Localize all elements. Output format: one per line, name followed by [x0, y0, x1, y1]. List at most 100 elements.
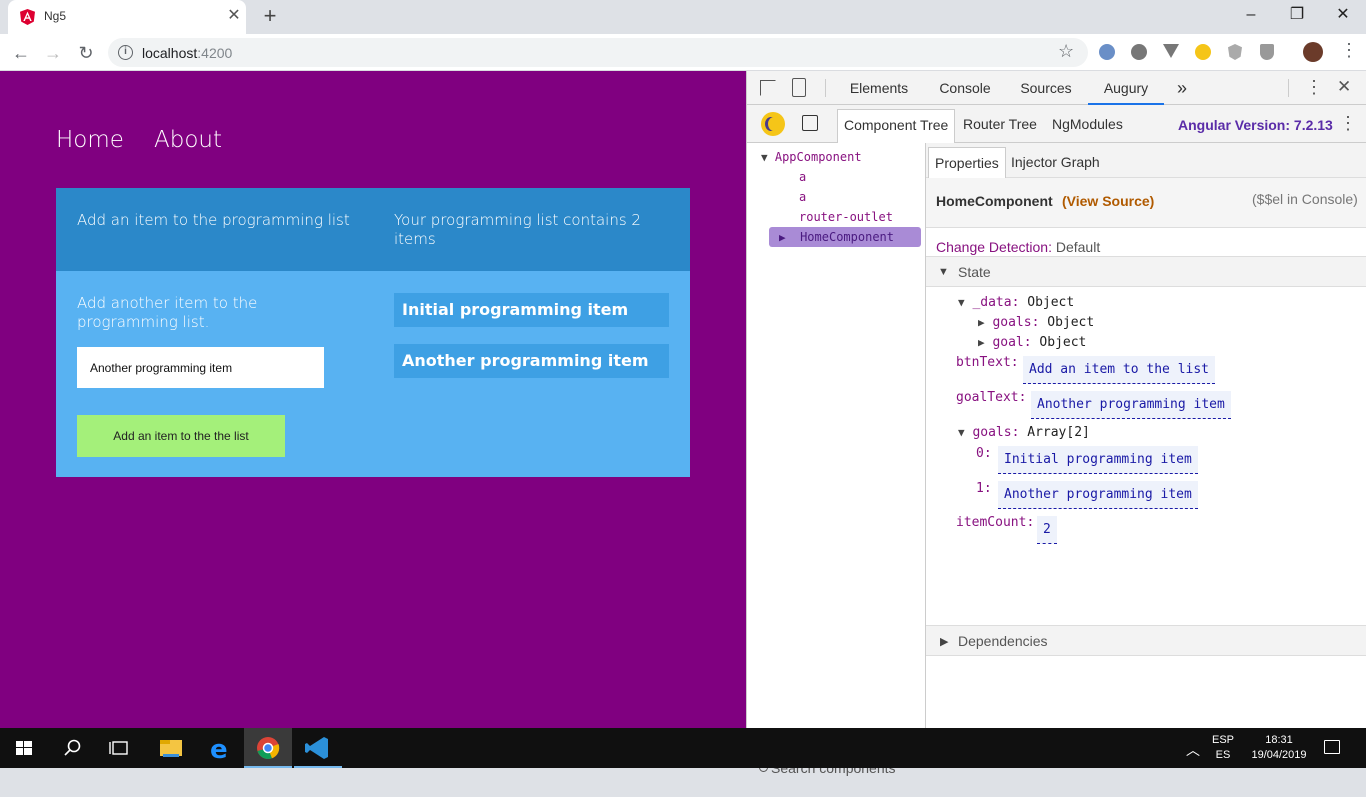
edge-browser-icon[interactable]: e	[196, 728, 244, 768]
tree-node-appcomponent[interactable]: ▼ AppComponent	[761, 147, 862, 167]
back-icon[interactable]: ←	[8, 40, 34, 66]
add-item-button[interactable]: Add an item to the the list	[77, 415, 285, 457]
tree-node-a[interactable]: a	[799, 187, 806, 207]
devtools-panel: Elements Console Sources Augury » ⋮ ✕ Co…	[746, 71, 1366, 776]
forward-icon[interactable]: →	[40, 40, 66, 66]
input-language[interactable]: ESP ES	[1208, 733, 1238, 763]
moon-icon	[768, 117, 780, 131]
tree-node-homecomponent[interactable]: ▶ HomeComponent	[769, 227, 921, 247]
expanded-triangle-icon[interactable]: ▼	[761, 151, 768, 164]
prop-key: goals:	[972, 425, 1020, 440]
url-text: localhost:4200	[142, 45, 232, 61]
btntext-key: btnText:	[956, 355, 1019, 370]
state-data-row: ▼ _data: Object	[958, 295, 1074, 310]
file-explorer-icon[interactable]	[148, 728, 196, 768]
list-item[interactable]: Another programming item	[394, 344, 669, 378]
select-component-icon[interactable]	[802, 115, 818, 131]
tab-router-tree[interactable]: Router Tree	[957, 109, 1043, 143]
dependencies-section-header[interactable]: ▶ Dependencies	[926, 625, 1366, 656]
collapsed-triangle-icon[interactable]: ▶	[978, 316, 985, 329]
prop-type: Object	[1039, 335, 1087, 350]
windows-start-icon[interactable]	[0, 728, 48, 768]
state-section-header[interactable]: ▼ State	[926, 256, 1366, 287]
state-goals-array-row: ▼ goals: Array[2]	[958, 425, 1090, 440]
extension-icon-1[interactable]	[1099, 44, 1115, 60]
expanded-triangle-icon[interactable]: ▼	[958, 426, 965, 439]
tab-ngmodules[interactable]: NgModules	[1046, 109, 1129, 143]
devtools-menu-icon[interactable]: ⋮	[1305, 78, 1323, 96]
augury-menu-icon[interactable]: ⋮	[1339, 114, 1357, 132]
minimize-button[interactable]: –	[1228, 0, 1274, 30]
more-tabs-icon[interactable]: »	[1171, 71, 1193, 105]
goals-0-value-field[interactable]: Initial programming item	[998, 446, 1198, 474]
collapsed-triangle-icon[interactable]: ▶	[779, 231, 786, 244]
search-icon[interactable]	[48, 728, 96, 768]
list-item[interactable]: Initial programming item	[394, 293, 669, 327]
address-bar[interactable]: i localhost:4200 ☆	[108, 38, 1088, 67]
profile-avatar[interactable]	[1303, 42, 1323, 62]
maximize-button[interactable]: ❐	[1274, 0, 1320, 30]
url-port: :4200	[197, 45, 233, 61]
url-host: localhost	[142, 45, 198, 61]
chrome-menu-icon[interactable]: ⋮	[1340, 41, 1358, 59]
bookmark-star-icon[interactable]: ☆	[1058, 41, 1074, 62]
reload-icon[interactable]: ↻	[73, 40, 99, 66]
tab-close-icon[interactable]: ✕	[226, 8, 242, 24]
task-view-icon[interactable]	[96, 728, 144, 768]
tab-properties[interactable]: Properties	[928, 147, 1006, 179]
extension-icon-5[interactable]	[1228, 44, 1242, 60]
goals-index-0: 0:	[976, 446, 992, 461]
chrome-taskbar-icon[interactable]	[244, 728, 292, 768]
nav-about-link[interactable]: About	[154, 127, 222, 153]
tab-title: Ng5	[44, 9, 67, 23]
close-window-button[interactable]: ✕	[1320, 0, 1366, 30]
system-clock[interactable]: 18:31 19/04/2019	[1246, 733, 1312, 763]
view-source-link[interactable]: (View Source)	[1062, 193, 1154, 209]
browser-tab[interactable]: Ng5 ✕	[8, 0, 246, 34]
card-header: Add an item to the programming list Your…	[56, 188, 690, 271]
augury-extension-icon[interactable]	[1195, 44, 1211, 60]
tab-sources[interactable]: Sources	[1010, 71, 1082, 105]
goaltext-value-field[interactable]: Another programming item	[1031, 391, 1231, 419]
augury-theme-icon[interactable]	[761, 112, 785, 136]
browser-toolbar: ← → ↻ i localhost:4200 ☆ ⋮	[0, 34, 1366, 71]
tab-strip: Ng5 ✕ + – ❐ ✕	[0, 0, 1366, 34]
btntext-value-field[interactable]: Add an item to the list	[1023, 356, 1216, 384]
tab-augury[interactable]: Augury	[1088, 71, 1164, 105]
prop-key: goal:	[992, 335, 1032, 350]
info-icon[interactable]: i	[118, 45, 133, 60]
goals-1-value-field[interactable]: Another programming item	[998, 481, 1198, 509]
item-input[interactable]	[77, 347, 324, 388]
tree-node-a[interactable]: a	[799, 167, 806, 187]
state-goal-row: ▶ goal: Object	[978, 335, 1086, 350]
tray-chevron-icon[interactable]: ︿	[1186, 740, 1200, 760]
nav-home-link[interactable]: Home	[56, 127, 124, 153]
new-tab-button[interactable]: +	[260, 5, 280, 27]
shield-icon[interactable]	[1260, 44, 1274, 60]
tab-divider	[1288, 79, 1289, 97]
tab-component-tree[interactable]: Component Tree	[837, 109, 956, 143]
tree-node-router-outlet[interactable]: router-outlet	[799, 207, 893, 227]
inspect-element-icon[interactable]	[760, 80, 776, 96]
collapsed-triangle-icon[interactable]: ▶	[978, 336, 985, 349]
collapsed-triangle-icon[interactable]: ▶	[940, 635, 948, 648]
tab-console[interactable]: Console	[925, 71, 1005, 105]
devtools-close-icon[interactable]: ✕	[1337, 78, 1351, 96]
extension-icon-3[interactable]	[1163, 44, 1179, 58]
tab-injector-graph[interactable]: Injector Graph	[1011, 147, 1100, 177]
vscode-icon[interactable]	[294, 728, 342, 768]
change-detection: Change Detection: Default	[936, 239, 1100, 255]
itemcount-key: itemCount:	[956, 515, 1035, 530]
state-goals-row: ▶ goals: Object	[978, 315, 1094, 330]
svg-text:e: e	[210, 735, 228, 765]
tab-elements[interactable]: Elements	[839, 71, 919, 105]
device-toolbar-icon[interactable]	[792, 78, 806, 97]
itemcount-value-field[interactable]: 2	[1037, 516, 1057, 544]
action-center-icon[interactable]	[1324, 740, 1340, 754]
windows-taskbar: e ︿ ESP ES 18:31 19/04/2019	[0, 728, 1366, 768]
expanded-triangle-icon[interactable]: ▼	[938, 266, 949, 278]
prop-key: _data:	[972, 295, 1020, 310]
expanded-triangle-icon[interactable]: ▼	[958, 296, 965, 309]
prop-type: Object	[1047, 315, 1095, 330]
extension-icon-2[interactable]	[1131, 44, 1147, 60]
